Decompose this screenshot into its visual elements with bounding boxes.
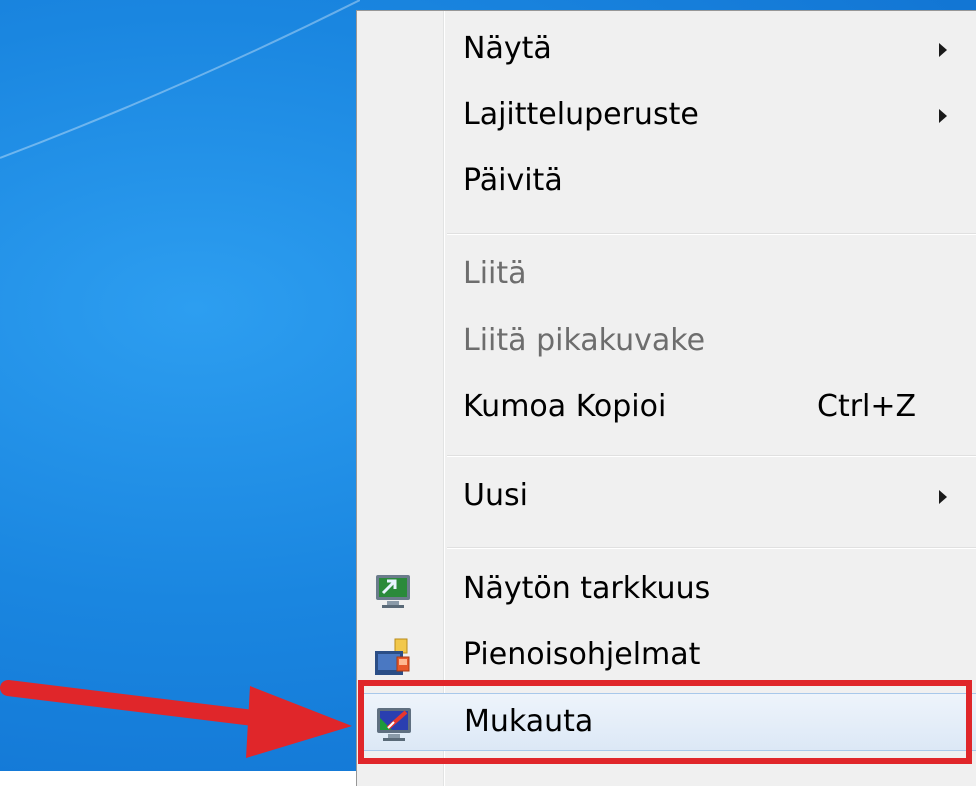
red-arrow-annotation [0,680,352,758]
gadgets-icon [375,638,410,675]
submenu-arrow-icon [939,43,947,57]
menu-item-label: Uusi [463,478,528,513]
desktop-context-menu: Näytä Lajitteluperuste Päivitä Liitä Lii… [356,10,976,786]
menu-item-label: Lajitteluperuste [463,97,699,132]
menu-item-label: Näytä [463,31,552,66]
menu-item-label: Päivitä [463,163,563,198]
menu-item-new[interactable]: Uusi [361,468,976,526]
menu-item-refresh[interactable]: Päivitä [361,153,976,211]
submenu-arrow-icon [939,490,947,504]
highlight-box-annotation [358,680,972,764]
menu-item-screen-resolution[interactable]: Näytön tarkkuus [361,561,976,619]
menu-item-label: Kumoa Kopioi [463,389,667,424]
menu-item-gadgets[interactable]: Pienoisohjelmat [361,627,976,685]
menu-separator [447,547,976,549]
menu-item-label: Liitä pikakuvake [463,323,706,358]
menu-item-label: Liitä [463,256,527,291]
menu-item-label: Pienoisohjelmat [463,637,701,672]
menu-item-view[interactable]: Näytä [361,21,976,79]
submenu-arrow-icon [939,109,947,123]
menu-item-shortcut: Ctrl+Z [817,389,917,424]
menu-item-sort-by[interactable]: Lajitteluperuste [361,87,976,145]
wallpaper-light-streak [0,0,360,159]
menu-item-paste[interactable]: Liitä [361,246,976,304]
menu-separator [447,233,976,235]
menu-item-paste-shortcut[interactable]: Liitä pikakuvake [361,313,976,371]
screen-resolution-icon [376,575,410,608]
menu-separator [447,455,976,457]
menu-item-undo-copy[interactable]: Kumoa Kopioi Ctrl+Z [361,379,976,437]
menu-item-label: Näytön tarkkuus [463,571,711,606]
